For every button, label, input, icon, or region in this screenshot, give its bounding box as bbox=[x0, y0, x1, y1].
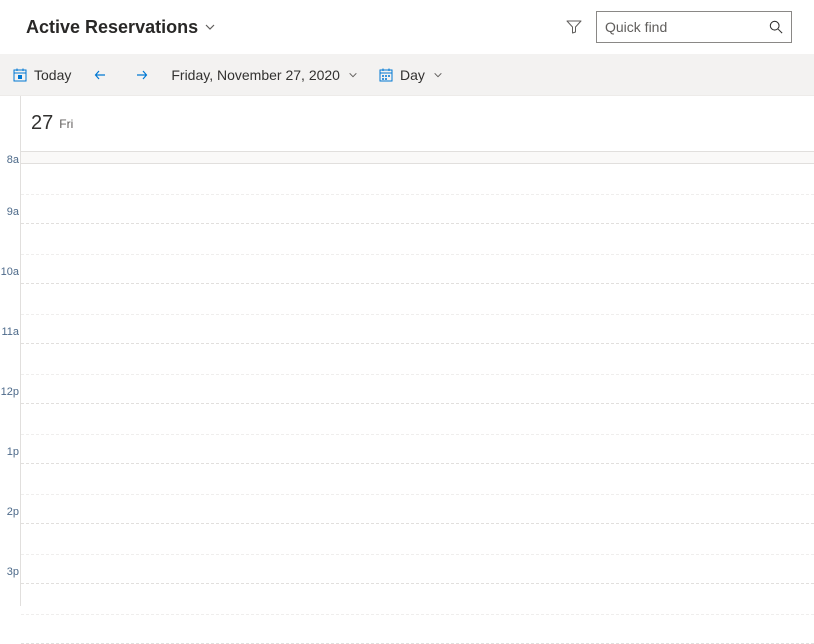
day-header: 27 Fri bbox=[21, 96, 814, 152]
hour-slot[interactable] bbox=[21, 164, 814, 224]
filter-button[interactable] bbox=[566, 19, 582, 35]
arrow-left-icon bbox=[93, 67, 109, 83]
time-label: 10a bbox=[0, 266, 20, 326]
date-picker[interactable]: Friday, November 27, 2020 bbox=[163, 54, 366, 95]
hour-slot[interactable] bbox=[21, 404, 814, 464]
time-label: 2p bbox=[0, 506, 20, 566]
calendar-toolbar: Today Friday, November 27, 2020 Day bbox=[0, 54, 814, 96]
today-button[interactable]: Today bbox=[4, 54, 79, 95]
chevron-down-icon bbox=[348, 70, 358, 80]
prev-button[interactable] bbox=[83, 54, 119, 95]
hour-slot[interactable] bbox=[21, 224, 814, 284]
hour-slot[interactable] bbox=[21, 152, 814, 164]
hour-slot[interactable] bbox=[21, 344, 814, 404]
calendar-today-icon bbox=[12, 67, 28, 83]
chevron-down-icon bbox=[204, 21, 216, 33]
time-column: 8a 9a 10a 11a 12p 1p 2p 3p bbox=[0, 96, 20, 606]
time-label: 3p bbox=[0, 566, 20, 626]
hour-slot[interactable] bbox=[21, 464, 814, 524]
today-label: Today bbox=[34, 67, 71, 83]
current-date-label: Friday, November 27, 2020 bbox=[171, 67, 340, 83]
next-button[interactable] bbox=[123, 54, 159, 95]
view-title: Active Reservations bbox=[26, 17, 198, 38]
chevron-down-icon bbox=[433, 70, 443, 80]
time-label: 9a bbox=[0, 206, 20, 266]
hour-slot[interactable] bbox=[21, 584, 814, 644]
view-selector[interactable]: Active Reservations bbox=[26, 17, 216, 38]
time-label: 12p bbox=[0, 386, 20, 446]
header-right bbox=[566, 11, 792, 43]
calendar-icon bbox=[378, 67, 394, 83]
day-number: 27 bbox=[31, 112, 53, 135]
time-label: 8a bbox=[0, 154, 20, 214]
calendar-body: 8a 9a 10a 11a 12p 1p 2p 3p 27 Fri bbox=[0, 96, 814, 606]
hour-slot[interactable] bbox=[21, 524, 814, 584]
arrow-right-icon bbox=[133, 67, 149, 83]
search-input[interactable] bbox=[605, 19, 755, 35]
search-icon bbox=[769, 20, 783, 34]
time-label: 11a bbox=[0, 326, 20, 386]
header-bar: Active Reservations bbox=[0, 0, 814, 54]
hour-slot[interactable] bbox=[21, 284, 814, 344]
time-label: 1p bbox=[0, 446, 20, 506]
day-name: Fri bbox=[59, 117, 73, 131]
view-mode-label: Day bbox=[400, 67, 425, 83]
search-box[interactable] bbox=[596, 11, 792, 43]
filter-icon bbox=[566, 19, 582, 35]
view-mode-picker[interactable]: Day bbox=[370, 54, 451, 95]
calendar-grid[interactable]: 27 Fri bbox=[20, 96, 814, 606]
